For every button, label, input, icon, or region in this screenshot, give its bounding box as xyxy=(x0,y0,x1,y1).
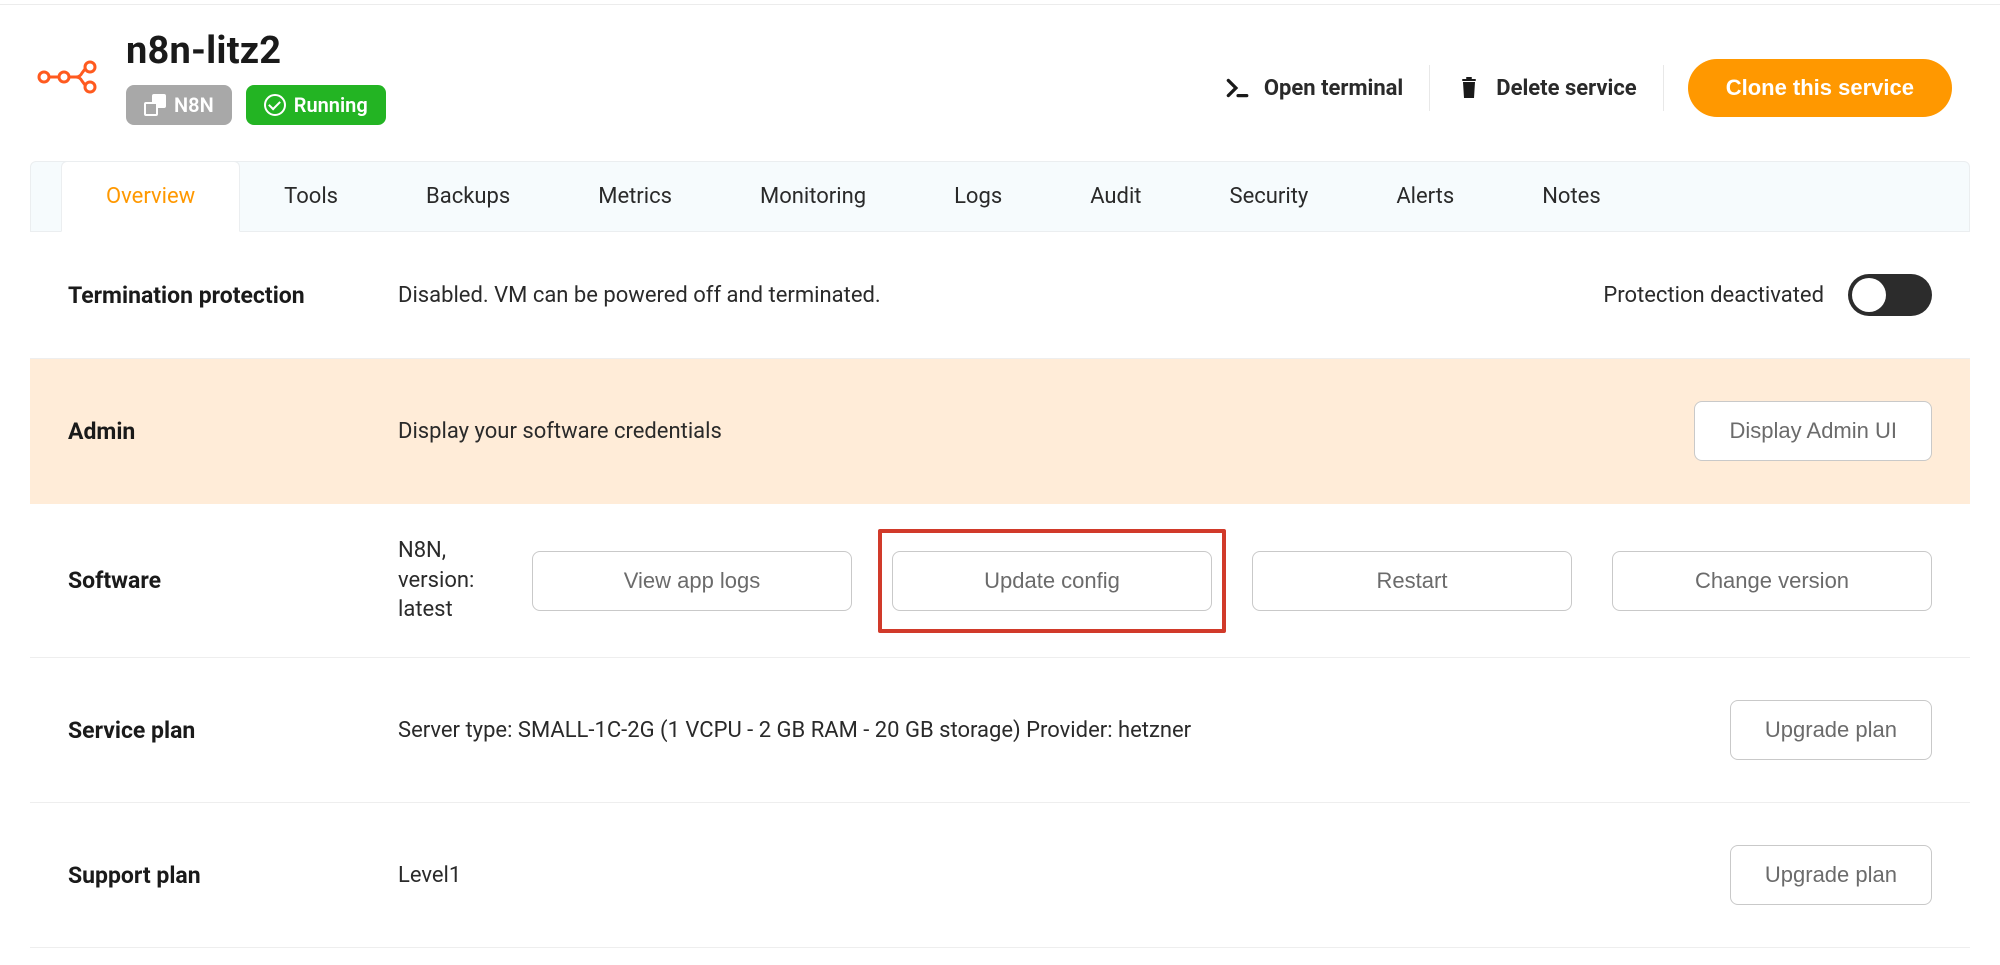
stack-icon xyxy=(144,94,166,116)
tab-monitoring[interactable]: Monitoring xyxy=(716,162,910,231)
service-status-badge: Running xyxy=(246,85,386,125)
service-header: n8n-litz2 N8N Running xyxy=(0,5,2000,125)
terminal-icon xyxy=(1224,75,1250,101)
n8n-logo-icon xyxy=(36,59,100,95)
tab-metrics[interactable]: Metrics xyxy=(554,162,716,231)
tab-overview[interactable]: Overview xyxy=(61,161,240,232)
view-app-logs-button[interactable]: View app logs xyxy=(532,551,852,611)
tabs-bar: Overview Tools Backups Metrics Monitorin… xyxy=(30,161,1970,232)
restart-button[interactable]: Restart xyxy=(1252,551,1572,611)
service-plan-label: Service plan xyxy=(68,717,398,744)
service-plan-text: Server type: SMALL-1C-2G (1 VCPU - 2 GB … xyxy=(398,718,1191,743)
admin-label: Admin xyxy=(68,418,398,445)
termination-text: Disabled. VM can be powered off and term… xyxy=(398,283,881,308)
check-circle-icon xyxy=(264,94,286,116)
termination-toggle[interactable] xyxy=(1848,274,1932,316)
update-config-button[interactable]: Update config xyxy=(892,551,1212,611)
tab-audit[interactable]: Audit xyxy=(1046,162,1185,231)
software-label: Software xyxy=(68,567,398,594)
termination-label: Termination protection xyxy=(68,282,398,309)
tab-backups[interactable]: Backups xyxy=(382,162,554,231)
tab-security[interactable]: Security xyxy=(1186,162,1353,231)
service-type-label: N8N xyxy=(174,93,214,117)
termination-status: Protection deactivated xyxy=(1603,283,1824,308)
service-status-label: Running xyxy=(294,93,368,117)
service-logo xyxy=(36,29,126,95)
row-termination-protection: Termination protection Disabled. VM can … xyxy=(30,232,1970,359)
row-software: Software N8N, version: latest View app l… xyxy=(30,504,1970,658)
service-type-badge: N8N xyxy=(126,85,232,125)
service-title: n8n-litz2 xyxy=(126,29,1198,73)
support-plan-label: Support plan xyxy=(68,862,398,889)
update-config-highlight: Update config xyxy=(878,529,1226,633)
clone-service-button[interactable]: Clone this service xyxy=(1688,59,1952,117)
row-support-plan: Support plan Level1 Upgrade plan xyxy=(30,803,1970,948)
display-admin-ui-button[interactable]: Display Admin UI xyxy=(1694,401,1932,461)
admin-text: Display your software credentials xyxy=(398,419,722,444)
delete-service-button[interactable]: Delete service xyxy=(1430,65,1663,111)
trash-icon xyxy=(1456,75,1482,101)
tab-notes[interactable]: Notes xyxy=(1498,162,1644,231)
software-version-text: N8N, version: latest xyxy=(398,536,488,625)
delete-service-label: Delete service xyxy=(1496,76,1636,101)
tab-alerts[interactable]: Alerts xyxy=(1352,162,1498,231)
upgrade-service-plan-button[interactable]: Upgrade plan xyxy=(1730,700,1932,760)
row-admin: Admin Display your software credentials … xyxy=(30,359,1970,504)
tab-tools[interactable]: Tools xyxy=(240,162,382,231)
open-terminal-button[interactable]: Open terminal xyxy=(1198,65,1430,111)
row-service-plan: Service plan Server type: SMALL-1C-2G (1… xyxy=(30,658,1970,803)
tab-logs[interactable]: Logs xyxy=(910,162,1046,231)
support-plan-text: Level1 xyxy=(398,863,461,888)
open-terminal-label: Open terminal xyxy=(1264,76,1403,101)
upgrade-support-plan-button[interactable]: Upgrade plan xyxy=(1730,845,1932,905)
change-version-button[interactable]: Change version xyxy=(1612,551,1932,611)
